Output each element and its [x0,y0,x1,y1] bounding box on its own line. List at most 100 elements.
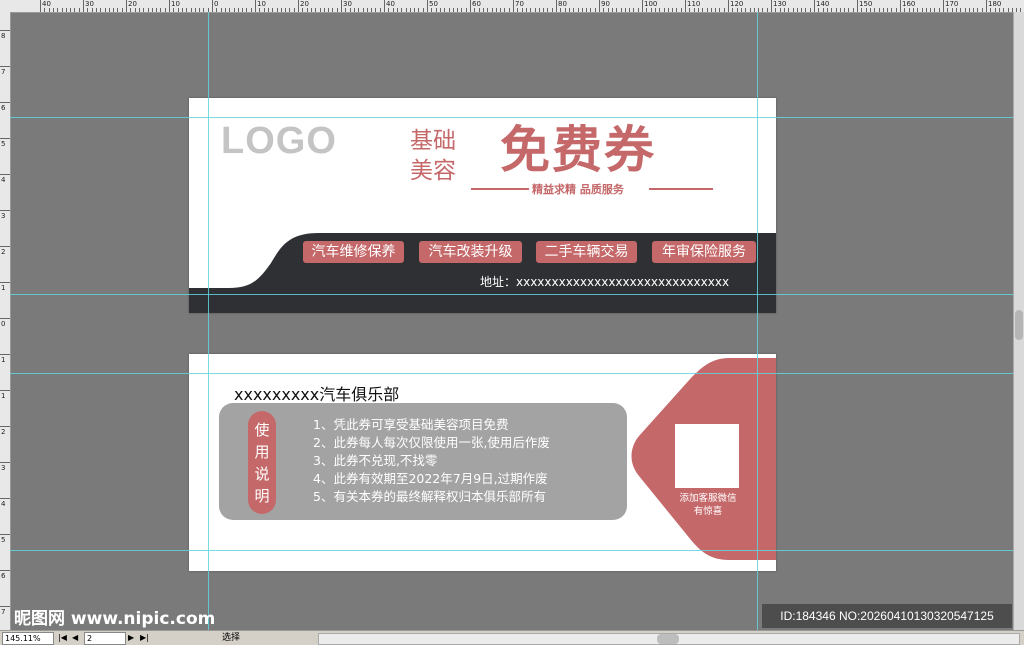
ruler-minor-tick [663,8,665,12]
ruler-minor-tick [495,8,497,12]
ruler-minor-tick [835,8,837,12]
qr-caption-line-1: 添加客服微信 [679,493,737,504]
ruler-minor-tick [108,8,110,12]
ruler-minor-tick [861,8,863,12]
vertical-ruler: 8 7 6 5 4 3 2 1 0 1 1 2 3 4 5 6 7 [0,12,11,630]
ruler-label: 6 [1,572,6,580]
ruler-minor-tick [676,8,678,12]
ruler-minor-tick [289,8,291,12]
zoom-field[interactable]: 145.11% [2,632,54,645]
ruler-minor-tick [697,8,699,12]
ruler-minor-tick [478,8,480,12]
ruler-tick [0,462,10,463]
ruler-minor-tick [65,8,67,12]
ruler-minor-tick [156,8,158,12]
usage-instructions-badge: 使 用 说 明 [248,411,276,514]
ruler-minor-tick [693,8,695,12]
tagline: 精益求精 品质服务 [532,183,624,196]
ruler-label: 8 [1,32,6,40]
ruler-minor-tick [930,8,932,12]
ruler-minor-tick [547,8,549,12]
page-field[interactable]: 2 [84,632,126,645]
guide-horizontal[interactable] [10,117,1014,118]
jichu-text: 基础 [410,128,456,154]
ruler-minor-tick [491,8,493,12]
meirong-text: 美容 [410,158,456,184]
guide-vertical[interactable] [208,12,209,630]
ruler-minor-tick [912,8,914,12]
coupon-front: LOGO 基础 美容 免费券 精益求精 品质服务 汽车维修保养 汽车改装升级 二… [189,98,776,313]
ruler-minor-tick [95,8,97,12]
ruler-minor-tick [637,8,639,12]
rules-list: 1、凭此券可享受基础美容项目免费 2、此券每人每次仅限使用一张,使用后作废 3、… [313,416,550,506]
ruler-minor-tick [629,8,631,12]
h-scrollbar-thumb[interactable] [657,634,679,644]
ruler-tick [728,0,729,12]
ruler-minor-tick [611,8,613,12]
prev-page-icon[interactable]: ◀ [72,631,78,645]
ruler-tick [0,282,10,283]
ruler-label: 5 [1,140,6,148]
ruler-minor-tick [61,8,63,12]
scrollbar-thumb[interactable] [1015,310,1023,340]
ruler-minor-tick [91,8,93,12]
ruler-minor-tick [732,8,734,12]
ruler-minor-tick [280,8,282,12]
vertical-scrollbar[interactable] [1013,12,1024,630]
ruler-minor-tick [560,8,562,12]
ruler-minor-tick [375,8,377,12]
ruler-tick [685,0,686,12]
guide-horizontal[interactable] [10,373,1014,374]
next-page-icon[interactable]: ▶ [128,631,134,645]
ruler-tick [642,0,643,12]
ruler-minor-tick [345,8,347,12]
ruler-minor-tick [409,8,411,12]
ruler-tick [0,390,10,391]
ruler-tick [0,246,10,247]
first-page-icon[interactable]: |◀ [58,631,67,645]
tagline-rule-right [649,188,713,190]
horizontal-scrollbar[interactable] [318,633,1020,645]
guide-horizontal[interactable] [10,550,1014,551]
ruler-minor-tick [302,8,304,12]
ruler-minor-tick [882,8,884,12]
ruler-tick [0,66,10,67]
ruler-minor-tick [1003,8,1005,12]
ruler-minor-tick [586,8,588,12]
ruler-tick [0,426,10,427]
ruler-minor-tick [839,8,841,12]
ruler-label: 2 [1,248,6,256]
ruler-tick [384,0,385,12]
guide-horizontal[interactable] [10,294,1014,295]
ruler-minor-tick [633,8,635,12]
ruler-minor-tick [530,8,532,12]
ruler-minor-tick [947,8,949,12]
ruler-minor-tick [190,8,192,12]
ruler-tick [943,0,944,12]
ruler-tick [0,354,10,355]
last-page-icon[interactable]: ▶| [140,631,149,645]
ruler-minor-tick [263,8,265,12]
ruler-label: 7 [1,608,6,616]
guide-vertical[interactable] [757,12,758,630]
qr-caption: 添加客服微信 有惊喜 [667,492,749,518]
ruler-minor-tick [216,8,218,12]
ruler-minor-tick [504,8,506,12]
ruler-label: 1 [1,284,6,292]
ruler-minor-tick [577,8,579,12]
ruler-minor-tick [57,8,59,12]
ruler-minor-tick [719,8,721,12]
ruler-minor-tick [874,8,876,12]
coupon-title: 免费券 [500,121,656,179]
ruler-minor-tick [336,8,338,12]
ruler-label: 0 [1,320,6,328]
ruler-minor-tick [650,8,652,12]
ruler-label: 1 [1,392,6,400]
ruler-minor-tick [908,8,910,12]
ruler-minor-tick [113,8,115,12]
ruler-minor-tick [878,8,880,12]
ruler-minor-tick [482,8,484,12]
ruler-minor-tick [796,8,798,12]
ruler-minor-tick [938,8,940,12]
ruler-minor-tick [917,8,919,12]
